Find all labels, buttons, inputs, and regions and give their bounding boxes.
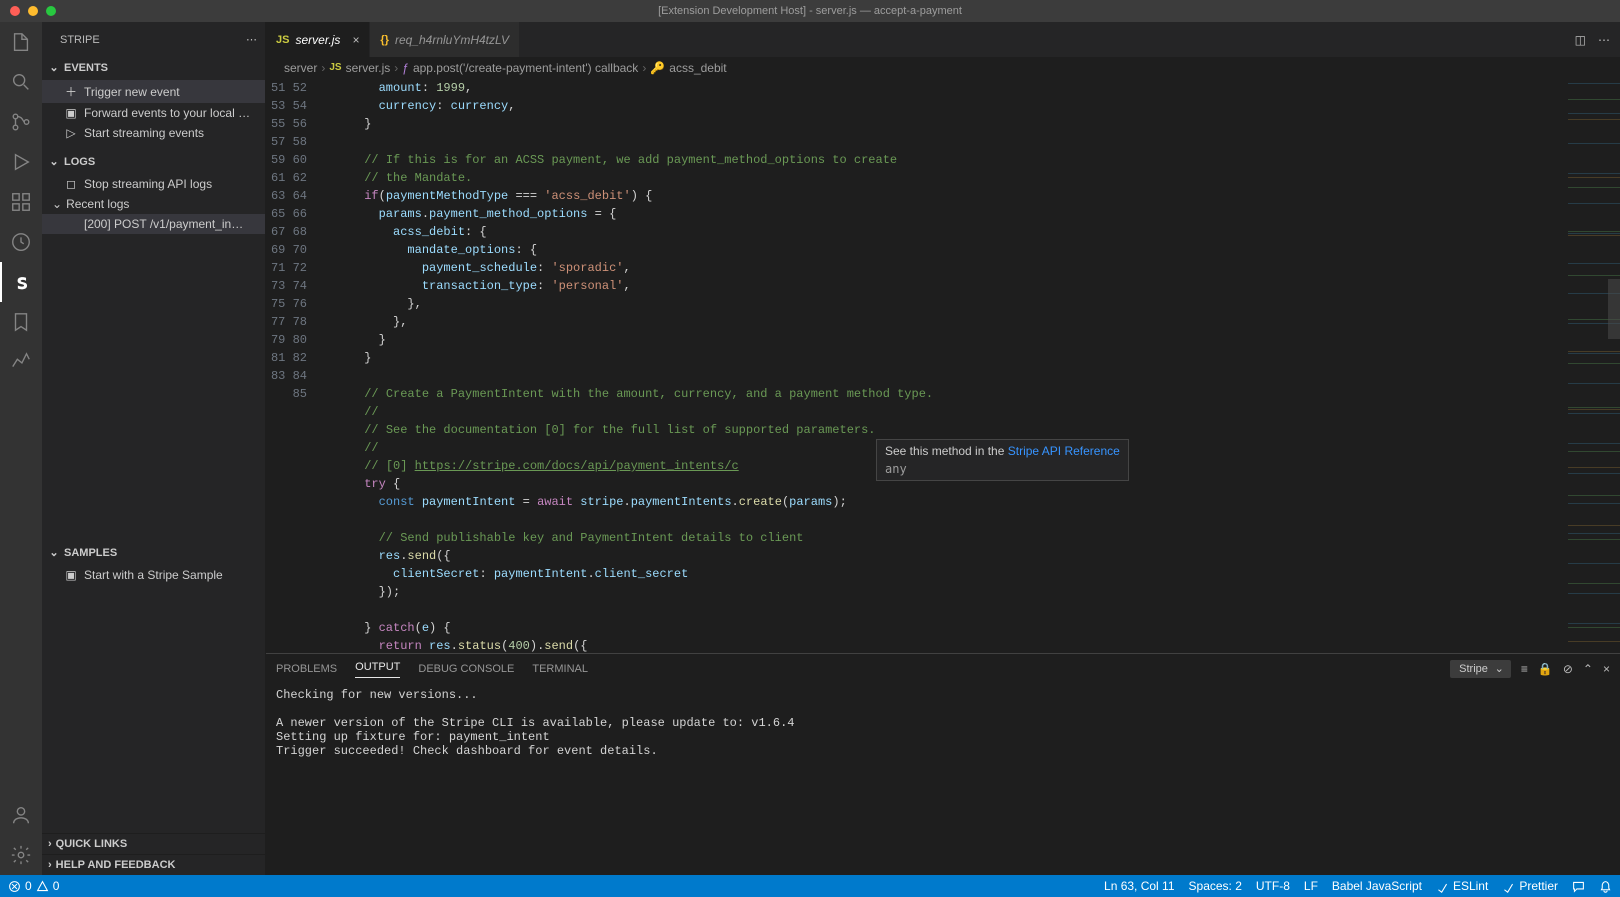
output-content[interactable]: Checking for new versions... A newer ver… <box>266 684 1620 875</box>
split-editor-icon[interactable]: ◫ <box>1575 33 1586 47</box>
status-language[interactable]: Babel JavaScript <box>1332 879 1422 893</box>
json-file-icon: {} <box>380 34 389 46</box>
chevron-right-icon: › <box>48 838 52 850</box>
close-panel-icon[interactable]: × <box>1603 662 1610 676</box>
play-icon: ▷ <box>64 126 78 140</box>
stop-icon: ◻ <box>64 177 78 191</box>
accounts-icon[interactable] <box>0 795 42 835</box>
js-file-icon: JS <box>329 62 341 73</box>
window-title: [Extension Development Host] - server.js… <box>658 5 962 17</box>
logs-section-header[interactable]: ⌄ LOGS <box>42 151 265 172</box>
bookmark-icon[interactable] <box>0 302 42 342</box>
timeline-icon[interactable] <box>0 222 42 262</box>
sample-icon: ▣ <box>64 568 78 582</box>
stripe-icon[interactable] <box>0 262 42 302</box>
filter-icon[interactable]: ≡ <box>1521 662 1528 676</box>
chevron-down-icon: ⌄ <box>48 61 60 74</box>
recent-logs-header[interactable]: ⌄ Recent logs <box>42 194 265 214</box>
collapse-panel-icon[interactable]: ⌃ <box>1583 662 1593 676</box>
breadcrumb[interactable]: server › JS server.js › ƒ app.post('/cre… <box>266 57 1620 79</box>
start-streaming-events[interactable]: ▷ Start streaming events <box>42 123 265 143</box>
sidebar-more-icon[interactable]: ⋯ <box>246 33 257 46</box>
source-control-icon[interactable] <box>0 102 42 142</box>
lock-scroll-icon[interactable]: 🔒 <box>1538 662 1553 676</box>
close-window-icon[interactable] <box>10 6 20 16</box>
more-actions-icon[interactable]: ⋯ <box>1598 33 1610 47</box>
chevron-down-icon: ⌄ <box>48 155 60 168</box>
output-source-select[interactable]: Stripe <box>1450 660 1511 678</box>
activity-bar <box>0 22 42 875</box>
plus-icon: ＋ <box>64 83 78 100</box>
api-reference-link[interactable]: Stripe API Reference <box>1008 444 1120 458</box>
terminal-icon: ▣ <box>64 106 78 120</box>
code-editor[interactable]: 51 52 53 54 55 56 57 58 59 60 61 62 63 6… <box>266 79 1620 653</box>
titlebar: [Extension Development Host] - server.js… <box>0 0 1620 22</box>
graph-icon[interactable] <box>0 342 42 382</box>
trigger-new-event[interactable]: ＋ Trigger new event <box>42 80 265 103</box>
search-icon[interactable] <box>0 62 42 102</box>
chevron-right-icon: › <box>48 859 52 871</box>
tab-debug-console[interactable]: DEBUG CONSOLE <box>418 663 514 675</box>
chevron-down-icon: ⌄ <box>52 197 62 211</box>
run-debug-icon[interactable] <box>0 142 42 182</box>
tab-problems[interactable]: PROBLEMS <box>276 663 337 675</box>
hover-tooltip: See this method in the Stripe API Refere… <box>876 439 1129 481</box>
status-eslint[interactable]: ESLint <box>1436 879 1488 893</box>
zoom-window-icon[interactable] <box>46 6 56 16</box>
status-bar: 0 0 Ln 63, Col 11 Spaces: 2 UTF-8 LF Bab… <box>0 875 1620 897</box>
log-entry[interactable]: [200] POST /v1/payment_in… <box>42 214 265 234</box>
code-content[interactable]: amount: 1999, currency: currency, } // I… <box>321 79 1568 653</box>
status-bell-icon[interactable] <box>1599 880 1612 893</box>
js-file-icon: JS <box>276 34 289 46</box>
status-eol[interactable]: LF <box>1304 879 1318 893</box>
status-feedback-icon[interactable] <box>1572 880 1585 893</box>
window-controls <box>0 6 56 16</box>
tab-output[interactable]: OUTPUT <box>355 661 400 678</box>
help-feedback-header[interactable]: › HELP AND FEEDBACK <box>42 854 265 875</box>
status-errors[interactable]: 0 0 <box>8 879 59 893</box>
status-encoding[interactable]: UTF-8 <box>1256 879 1290 893</box>
minimap[interactable] <box>1568 79 1620 653</box>
chevron-down-icon: ⌄ <box>48 546 60 559</box>
tab-terminal[interactable]: TERMINAL <box>532 663 588 675</box>
start-stripe-sample[interactable]: ▣ Start with a Stripe Sample <box>42 565 265 585</box>
quick-links-header[interactable]: › QUICK LINKS <box>42 833 265 854</box>
tab-request-json[interactable]: {} req_h4rnluYmH4tzLV <box>370 22 520 57</box>
status-spaces[interactable]: Spaces: 2 <box>1189 879 1242 893</box>
editor-tabs: JS server.js × {} req_h4rnluYmH4tzLV ◫ ⋯ <box>266 22 1620 57</box>
sidebar-title: STRIPE <box>60 34 100 46</box>
minimize-window-icon[interactable] <box>28 6 38 16</box>
bottom-panel: PROBLEMS OUTPUT DEBUG CONSOLE TERMINAL S… <box>266 653 1620 875</box>
minimap-slider[interactable] <box>1608 279 1620 339</box>
close-tab-icon[interactable]: × <box>352 33 359 47</box>
forward-events[interactable]: ▣ Forward events to your local … <box>42 103 265 123</box>
explorer-icon[interactable] <box>0 22 42 62</box>
status-line-col[interactable]: Ln 63, Col 11 <box>1104 879 1175 893</box>
status-prettier[interactable]: Prettier <box>1502 879 1558 893</box>
line-numbers: 51 52 53 54 55 56 57 58 59 60 61 62 63 6… <box>266 79 321 653</box>
clear-output-icon[interactable]: ⊘ <box>1563 662 1573 676</box>
stop-streaming-logs[interactable]: ◻ Stop streaming API logs <box>42 174 265 194</box>
tab-server-js[interactable]: JS server.js × <box>266 22 370 57</box>
events-section-header[interactable]: ⌄ EVENTS <box>42 57 265 78</box>
samples-section-header[interactable]: ⌄ SAMPLES <box>42 542 265 563</box>
extensions-icon[interactable] <box>0 182 42 222</box>
sidebar: STRIPE ⋯ ⌄ EVENTS ＋ Trigger new event ▣ … <box>42 22 266 875</box>
settings-gear-icon[interactable] <box>0 835 42 875</box>
